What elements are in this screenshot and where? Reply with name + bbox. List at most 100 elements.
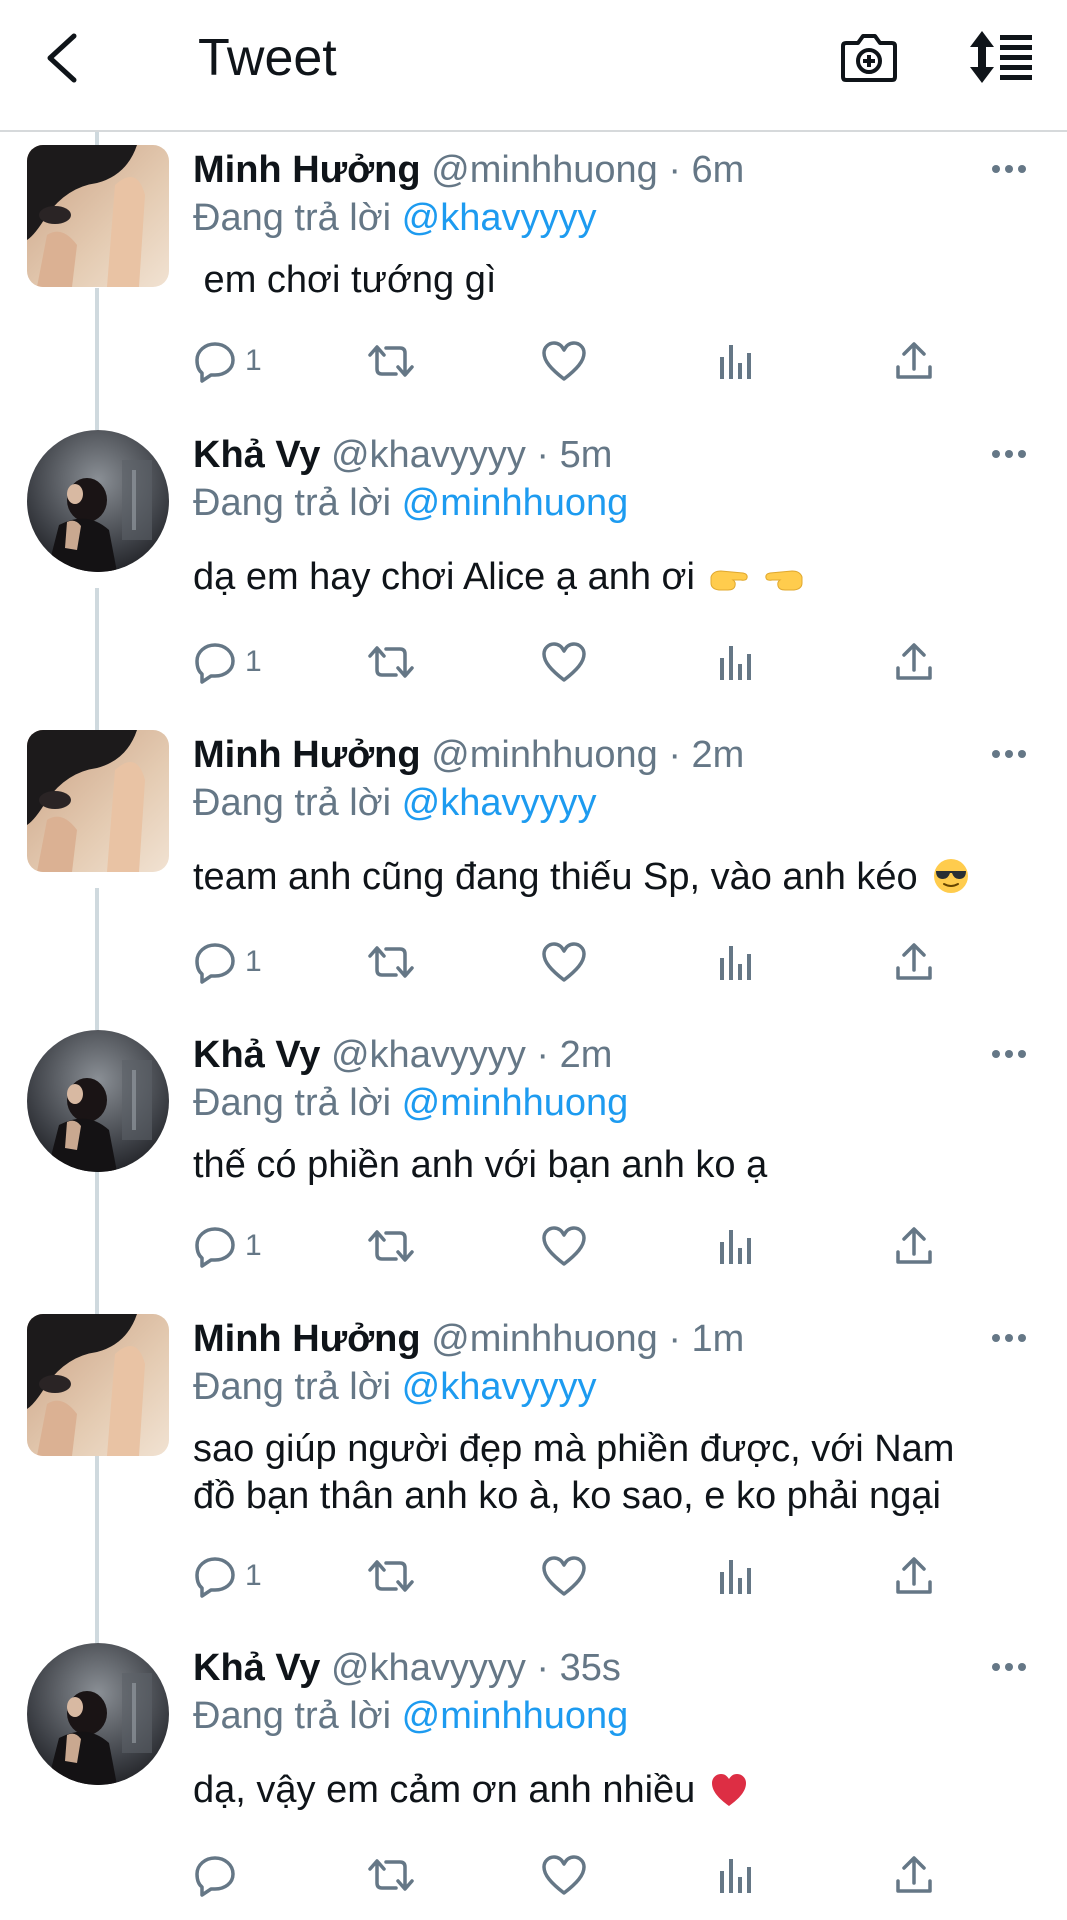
tweet-text: team anh cũng đang thiếu Sp, vào anh kéo — [193, 854, 1033, 901]
more-dots-icon — [992, 750, 1026, 758]
analytics-icon — [720, 646, 751, 680]
share-button[interactable] — [892, 1845, 936, 1905]
sunglasses-emoji — [934, 859, 969, 893]
display-name[interactable]: Minh Hưởng — [193, 1318, 421, 1360]
display-name[interactable]: Khả Vy — [193, 1647, 320, 1689]
retweet-button[interactable] — [364, 1216, 418, 1276]
reply-button[interactable]: 1 — [193, 331, 262, 391]
reply-button[interactable] — [193, 1845, 245, 1905]
retweet-button[interactable] — [364, 932, 418, 992]
analytics-button[interactable] — [718, 331, 754, 391]
more-options-button[interactable] — [986, 1034, 1032, 1074]
avatar[interactable] — [27, 1314, 169, 1456]
mention-link[interactable]: @khavyyyy — [402, 197, 597, 239]
more-dots-icon — [992, 450, 1026, 458]
reply-count: 1 — [245, 344, 262, 377]
like-button[interactable] — [541, 632, 587, 692]
heart-icon — [542, 1226, 586, 1266]
retweet-icon — [368, 1230, 414, 1262]
reply-icon — [195, 342, 235, 383]
display-name[interactable]: Minh Hưởng — [193, 734, 421, 776]
retweet-button[interactable] — [364, 632, 418, 692]
tweet-actions: 1 — [0, 632, 1067, 692]
replying-to-label: Đang trả lời — [193, 1695, 392, 1737]
thread-line — [95, 132, 99, 145]
share-button[interactable] — [892, 932, 936, 992]
mention-link[interactable]: @minhhuong — [402, 482, 629, 524]
replying-to-label: Đang trả lời — [193, 482, 392, 524]
tweet-actions: 1 — [0, 1216, 1067, 1276]
sort-button[interactable] — [964, 26, 1036, 88]
reply-button[interactable]: 1 — [193, 1216, 262, 1276]
tweet-text-content: dạ, vậy em cảm ơn anh nhiều — [193, 1769, 696, 1811]
tweet-text-line: sao giúp người đẹp mà phiền được, với Na… — [193, 1428, 955, 1470]
more-options-button[interactable] — [986, 1318, 1032, 1358]
reply-button[interactable]: 1 — [193, 1546, 262, 1606]
display-name[interactable]: Minh Hưởng — [193, 149, 421, 191]
handle-timestamp: @minhhuong · 2m — [431, 734, 745, 776]
camera-button[interactable] — [838, 26, 900, 88]
avatar-photo — [27, 1643, 169, 1785]
more-dots-icon — [992, 165, 1026, 173]
tweet-actions — [0, 1845, 1067, 1905]
avatar-photo — [27, 1030, 169, 1172]
tweet-text: em chơi tướng gì — [193, 257, 1033, 304]
share-icon — [896, 943, 932, 980]
reply-count: 1 — [245, 645, 262, 678]
analytics-icon — [720, 345, 751, 379]
display-name[interactable]: Khả Vy — [193, 434, 320, 476]
mention-link[interactable]: @minhhuong — [402, 1082, 629, 1124]
heart-icon — [542, 1556, 586, 1596]
avatar[interactable] — [27, 430, 169, 572]
pointing-left-emoji — [765, 570, 803, 591]
like-button[interactable] — [541, 1845, 587, 1905]
share-icon — [896, 1227, 932, 1264]
tweet-text: dạ em hay chơi Alice ạ anh ơi — [193, 554, 1033, 601]
avatar[interactable] — [27, 1643, 169, 1785]
more-options-button[interactable] — [986, 149, 1032, 189]
share-button[interactable] — [892, 1546, 936, 1606]
share-button[interactable] — [892, 1216, 936, 1276]
retweet-icon — [368, 946, 414, 978]
like-button[interactable] — [541, 932, 587, 992]
tweet-actions: 1 — [0, 331, 1067, 391]
like-button[interactable] — [541, 1546, 587, 1606]
replying-to: Đang trả lời @minhhuong — [193, 1691, 628, 1741]
display-name[interactable]: Khả Vy — [193, 1034, 320, 1076]
share-icon — [896, 1557, 932, 1594]
like-button[interactable] — [541, 331, 587, 391]
retweet-button[interactable] — [364, 1845, 418, 1905]
mention-link[interactable]: @khavyyyy — [402, 782, 597, 824]
share-button[interactable] — [892, 331, 936, 391]
sort-list-icon — [970, 31, 1032, 83]
avatar[interactable] — [27, 145, 169, 287]
more-options-button[interactable] — [986, 1647, 1032, 1687]
avatar[interactable] — [27, 1030, 169, 1172]
share-button[interactable] — [892, 632, 936, 692]
back-button[interactable] — [34, 24, 90, 92]
reply-button[interactable]: 1 — [193, 632, 262, 692]
analytics-button[interactable] — [718, 1216, 754, 1276]
heart-icon — [542, 642, 586, 682]
mention-link[interactable]: @minhhuong — [402, 1695, 629, 1737]
more-options-button[interactable] — [986, 734, 1032, 774]
analytics-icon — [720, 1560, 751, 1594]
tweet-text-content: team anh cũng đang thiếu Sp, vào anh kéo — [193, 856, 918, 898]
retweet-button[interactable] — [364, 1546, 418, 1606]
replying-to-label: Đang trả lời — [193, 1082, 392, 1124]
mention-link[interactable]: @khavyyyy — [402, 1366, 597, 1408]
retweet-button[interactable] — [364, 331, 418, 391]
avatar[interactable] — [27, 730, 169, 872]
tweet-text-line: đồ bạn thân anh ko à, ko sao, e ko phải … — [193, 1475, 941, 1517]
avatar-photo — [27, 730, 169, 872]
like-button[interactable] — [541, 1216, 587, 1276]
analytics-button[interactable] — [718, 632, 754, 692]
analytics-button[interactable] — [718, 1546, 754, 1606]
analytics-button[interactable] — [718, 1845, 754, 1905]
replying-to: Đang trả lời @khavyyyy — [193, 1362, 597, 1412]
more-options-button[interactable] — [986, 434, 1032, 474]
analytics-button[interactable] — [718, 932, 754, 992]
reply-icon — [195, 1227, 235, 1268]
reply-button[interactable]: 1 — [193, 932, 262, 992]
reply-count: 1 — [245, 945, 262, 978]
